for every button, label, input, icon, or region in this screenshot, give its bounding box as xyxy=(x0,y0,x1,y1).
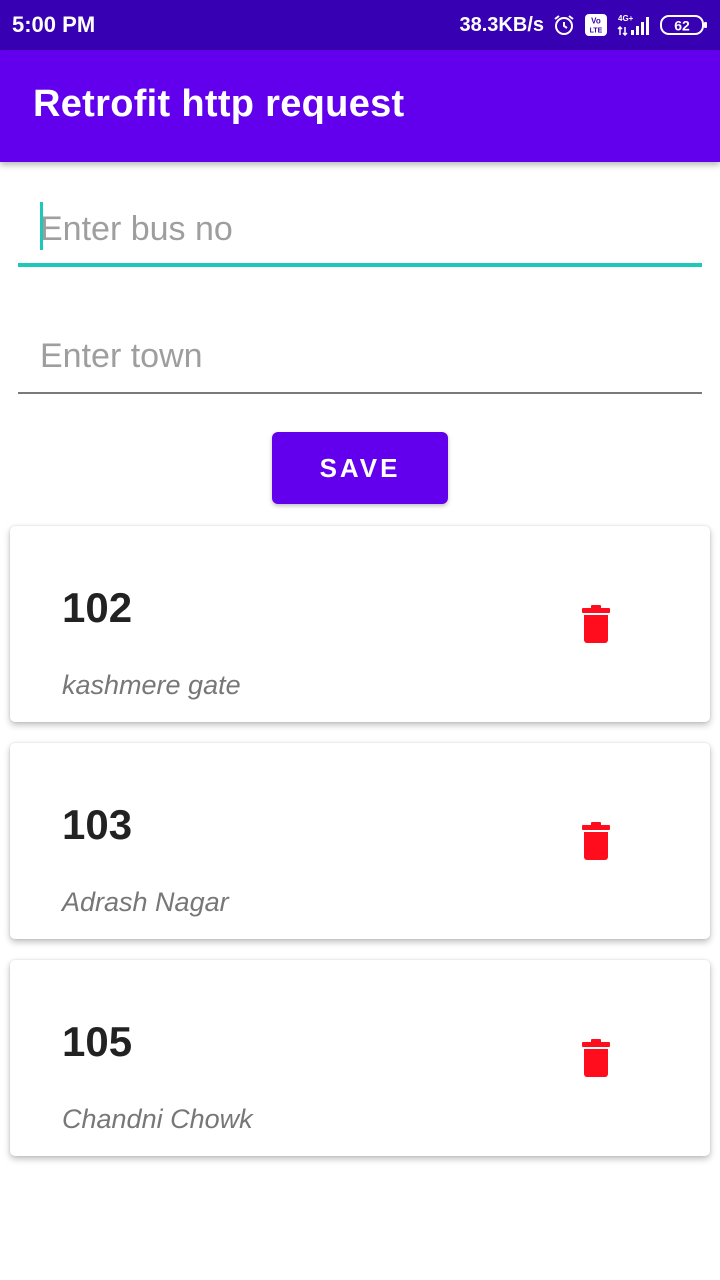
town-underline xyxy=(18,392,702,394)
bus-number: 103 xyxy=(62,801,133,848)
bus-town: kashmere gate xyxy=(62,670,241,700)
network-type-label: 4G+ xyxy=(618,14,634,23)
volte-icon: Vo LTE xyxy=(584,13,608,37)
bus-number: 102 xyxy=(62,584,133,631)
bus-town: Adrash Nagar xyxy=(62,887,229,917)
bus-no-input[interactable] xyxy=(18,191,702,267)
bus-town: Chandni Chowk xyxy=(62,1104,253,1134)
bus-card: 103 Adrash Nagar xyxy=(10,743,710,939)
battery-level: 62 xyxy=(674,18,690,34)
bus-number: 105 xyxy=(62,1018,133,1065)
app-bar: Retrofit http request xyxy=(0,50,720,162)
town-input[interactable] xyxy=(18,318,702,394)
bus-card: 105 Chandni Chowk xyxy=(10,960,710,1156)
status-bar: 5:00 PM 38.3KB/s Vo LTE 4G+ 62 xyxy=(0,0,720,50)
save-button[interactable]: SAVE xyxy=(272,432,448,504)
status-time: 5:00 PM xyxy=(12,12,96,37)
app-title: Retrofit http request xyxy=(33,82,405,125)
volte-label-bottom: LTE xyxy=(590,28,603,35)
delete-button[interactable] xyxy=(576,819,616,863)
bus-no-field[interactable] xyxy=(18,191,702,267)
status-indicators: 38.3KB/s Vo LTE 4G+ 62 xyxy=(460,13,709,37)
4g-signal-icon: 4G+ xyxy=(616,13,652,37)
volte-label-top: Vo xyxy=(591,17,601,26)
bus-no-underline xyxy=(18,263,702,267)
delete-button[interactable] xyxy=(576,1036,616,1080)
delete-icon xyxy=(582,822,610,860)
bus-card: 102 kashmere gate xyxy=(10,526,710,722)
alarm-icon xyxy=(552,13,576,37)
delete-icon xyxy=(582,605,610,643)
delete-icon xyxy=(582,1039,610,1077)
battery-icon: 62 xyxy=(660,13,708,37)
network-speed: 38.3KB/s xyxy=(459,13,545,36)
delete-button[interactable] xyxy=(576,602,616,646)
text-cursor xyxy=(40,202,43,250)
town-field[interactable] xyxy=(18,318,702,394)
